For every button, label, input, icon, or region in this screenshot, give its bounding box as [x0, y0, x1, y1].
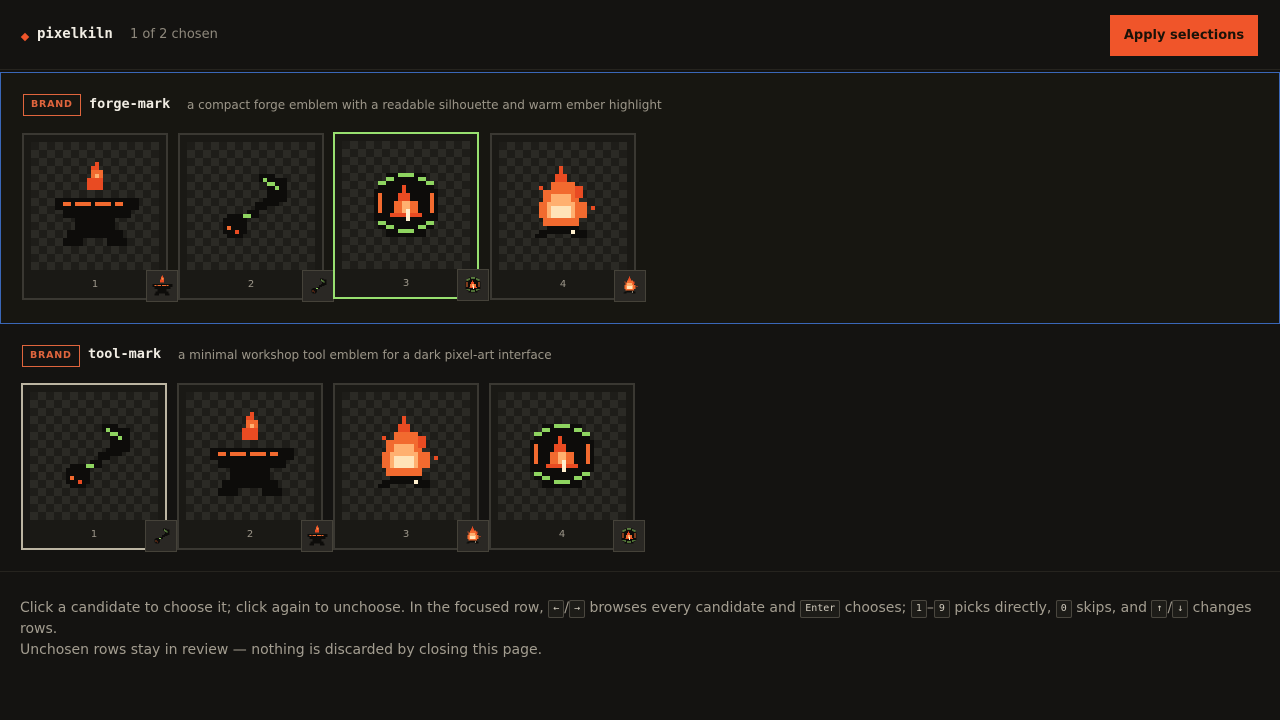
candidate-card-1[interactable]: 1 [22, 133, 178, 302]
candidate-number: 2 [247, 279, 255, 290]
row-description: a minimal workshop tool emblem for a dar… [178, 348, 552, 362]
help-text-line-2: Unchosen rows stay in review — nothing i… [20, 642, 543, 658]
candidate-number: 1 [90, 529, 98, 540]
row-description: a compact forge emblem with a readable s… [187, 98, 662, 112]
tool-thumbnail-icon [302, 270, 334, 302]
campfire-icon [342, 392, 470, 520]
hex-flame-emblem-icon [342, 141, 470, 269]
candidate-row-forge-mark[interactable]: BRAND forge-mark a compact forge emblem … [0, 72, 1280, 324]
anvil-icon [31, 142, 159, 270]
down-arrow-key: ↓ [1172, 600, 1189, 618]
candidate-card-2[interactable]: 2 [177, 383, 333, 552]
row-title: tool-mark [88, 346, 162, 362]
enter-key: Enter [800, 600, 841, 618]
help-text: Click a candidate to choose it; click ag… [20, 600, 544, 616]
campfire-thumbnail-icon [614, 270, 646, 302]
row-badge: BRAND [22, 345, 80, 367]
help-text: picks directly, [954, 600, 1052, 616]
candidate-card-4[interactable]: 4 [490, 133, 646, 302]
chosen-count: 1 of 2 chosen [130, 27, 218, 42]
candidate-number: 4 [558, 529, 566, 540]
candidate-number: 2 [246, 529, 254, 540]
logo-diamond-icon [20, 32, 30, 42]
help-dash: – [926, 600, 934, 616]
left-arrow-key: ← [548, 600, 565, 618]
row-badge: BRAND [23, 94, 81, 116]
candidate-card-3[interactable]: 3 [333, 383, 489, 552]
candidate-card-1[interactable]: 1 [21, 383, 177, 552]
hex-flame-thumbnail-icon [457, 269, 489, 301]
help-text: browses every candidate and [589, 600, 796, 616]
campfire-thumbnail-icon [457, 520, 489, 552]
app-name: pixelkiln [37, 26, 113, 42]
anvil-thumbnail-icon [146, 270, 178, 302]
anvil-icon [186, 392, 314, 520]
top-bar: pixelkiln 1 of 2 chosen Apply selections [0, 0, 1280, 70]
row-title: forge-mark [89, 96, 171, 112]
key-0: 0 [1055, 600, 1072, 618]
up-arrow-key: ↑ [1151, 600, 1168, 618]
candidate-row-tool-mark[interactable]: BRAND tool-mark a minimal workshop tool … [0, 327, 1280, 572]
candidate-number: 1 [91, 279, 99, 290]
hex-flame-emblem-icon [498, 392, 626, 520]
candidate-number: 3 [402, 278, 410, 289]
campfire-icon [499, 142, 627, 270]
key-1: 1 [910, 600, 927, 618]
tool-icon [30, 392, 158, 520]
key-9: 9 [933, 600, 950, 618]
candidate-card-2[interactable]: 2 [178, 133, 334, 302]
candidate-card-4[interactable]: 4 [489, 383, 645, 552]
help-text: skips, and [1076, 600, 1147, 616]
tool-icon [187, 142, 315, 270]
apply-selections-button[interactable]: Apply selections [1110, 15, 1258, 56]
candidate-number: 4 [559, 279, 567, 290]
candidate-number: 3 [402, 529, 410, 540]
keyboard-help: Click a candidate to choose it; click ag… [20, 598, 1260, 661]
hex-flame-thumbnail-icon [613, 520, 645, 552]
candidate-card-3[interactable]: 3 [333, 132, 489, 301]
right-arrow-key: → [568, 600, 585, 618]
anvil-thumbnail-icon [301, 520, 333, 552]
help-text: chooses; [844, 600, 907, 616]
tool-thumbnail-icon [145, 520, 177, 552]
